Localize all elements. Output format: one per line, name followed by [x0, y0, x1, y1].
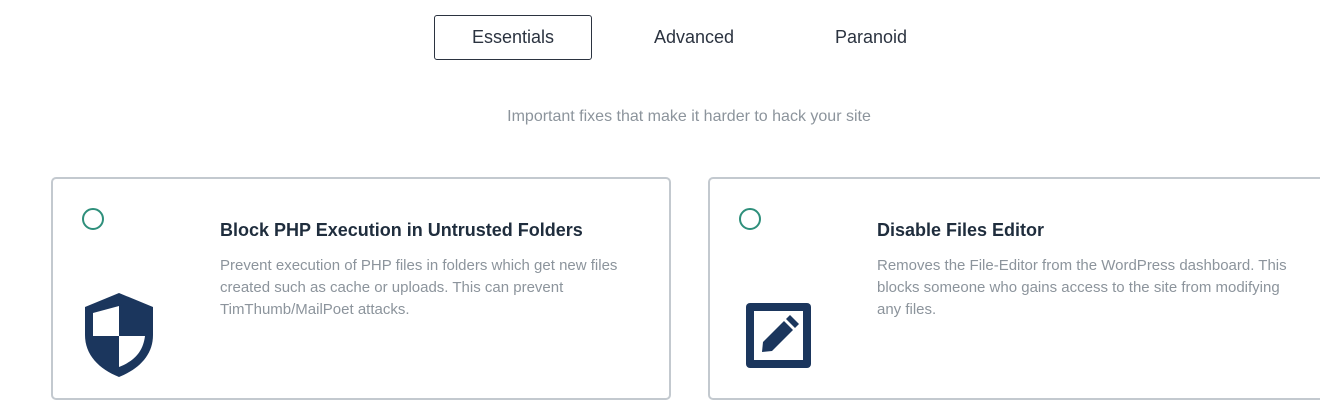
tab-paranoid[interactable]: Paranoid [796, 15, 946, 60]
section-subtitle: Important fixes that make it harder to h… [507, 108, 871, 125]
card-description: Removes the File-Editor from the WordPre… [877, 257, 1287, 318]
select-radio[interactable] [82, 208, 104, 230]
card-title: Block PHP Execution in Untrusted Folders [220, 220, 583, 240]
fix-card-disable-editor[interactable]: Disable Files Editor Removes the File-Ed… [708, 177, 1320, 400]
select-radio[interactable] [739, 208, 761, 230]
fix-card-block-php[interactable]: Block PHP Execution in Untrusted Folders… [51, 177, 671, 400]
shield-icon [79, 289, 159, 381]
card-description: Prevent execution of PHP files in folder… [220, 257, 618, 318]
card-title: Disable Files Editor [877, 220, 1045, 240]
tab-essentials[interactable]: Essentials [434, 15, 592, 60]
edit-icon [736, 289, 816, 381]
level-tabs: Essentials Advanced Paranoid [434, 15, 946, 60]
tab-advanced[interactable]: Advanced [592, 15, 796, 60]
